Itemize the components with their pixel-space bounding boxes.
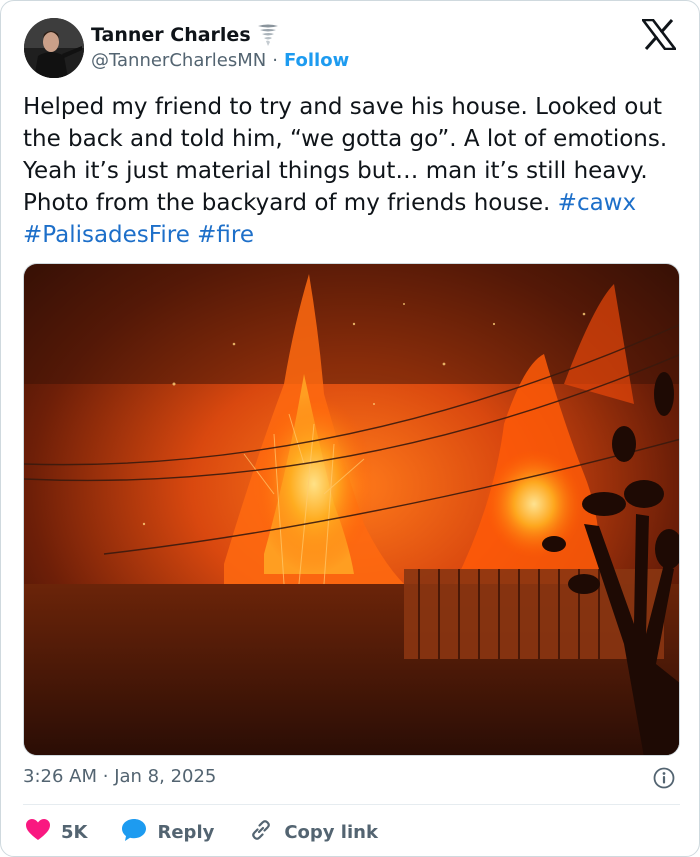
action-bar: 5K Reply Copy link bbox=[25, 817, 412, 848]
avatar[interactable] bbox=[24, 18, 84, 78]
copy-link-label: Copy link bbox=[284, 822, 378, 843]
like-count: 5K bbox=[61, 822, 88, 843]
reply-label: Reply bbox=[157, 822, 215, 843]
author-name-row: Tanner Charles bbox=[91, 23, 279, 47]
link-icon bbox=[248, 817, 274, 848]
author-handle[interactable]: @TannerCharlesMN bbox=[91, 50, 266, 71]
divider bbox=[23, 804, 680, 805]
hashtag-cawx[interactable]: #cawx bbox=[558, 190, 636, 216]
hashtag-fire[interactable]: #fire bbox=[197, 222, 254, 248]
copy-link-button[interactable]: Copy link bbox=[248, 817, 378, 848]
follow-button[interactable]: Follow bbox=[284, 50, 349, 71]
author-name[interactable]: Tanner Charles bbox=[91, 24, 251, 46]
info-icon[interactable] bbox=[653, 767, 675, 789]
separator: · bbox=[272, 50, 278, 71]
hashtag-palisadesfire[interactable]: #PalisadesFire bbox=[23, 222, 190, 248]
tweet-photo[interactable] bbox=[23, 263, 680, 756]
reply-button[interactable]: Reply bbox=[121, 817, 214, 848]
tweet-time: 3:26 AM bbox=[23, 766, 97, 787]
author-handle-row: @TannerCharlesMN · Follow bbox=[91, 50, 349, 71]
tweet-timestamp[interactable]: 3:26 AM · Jan 8, 2025 bbox=[23, 766, 216, 787]
tweet-card: Tanner Charles @TannerCharlesMN · Follow… bbox=[0, 0, 700, 857]
tornado-icon bbox=[257, 23, 279, 47]
tweet-text: Helped my friend to try and save his hou… bbox=[23, 91, 683, 251]
tweet-date: Jan 8, 2025 bbox=[114, 766, 217, 787]
speech-bubble-icon bbox=[121, 817, 147, 848]
separator: · bbox=[102, 766, 109, 787]
heart-icon bbox=[25, 817, 51, 848]
like-button[interactable]: 5K bbox=[25, 817, 87, 848]
x-logo-icon[interactable] bbox=[640, 18, 678, 51]
